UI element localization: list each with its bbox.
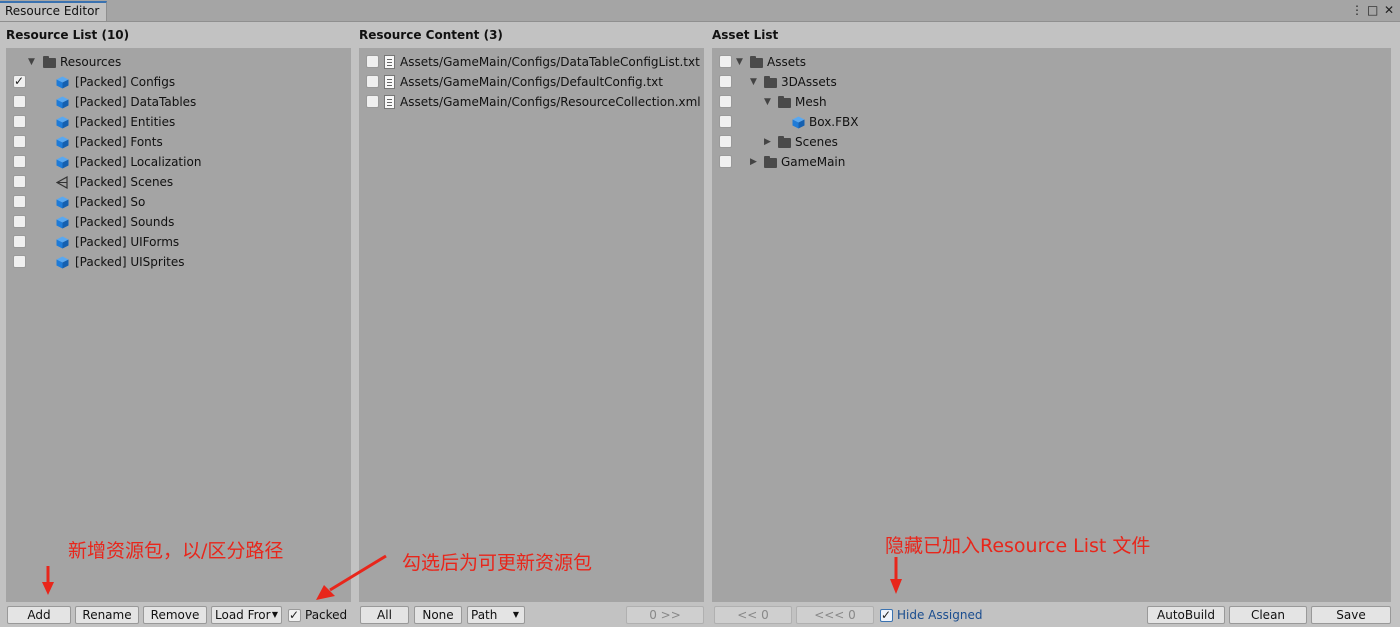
annotation-arrows <box>42 554 902 600</box>
dropdown-arrow-icon: ▼ <box>512 610 519 619</box>
rename-button[interactable]: Rename <box>75 606 139 624</box>
move-to-asset-list-button[interactable]: 0 >> <box>626 606 704 624</box>
packed-label: Packed <box>305 608 348 622</box>
dropdown-arrow-icon: ▼ <box>271 610 278 619</box>
clean-button[interactable]: Clean <box>1229 606 1307 624</box>
arrow-to-packed <box>329 554 387 592</box>
hide-assigned-label: Hide Assigned <box>897 608 983 622</box>
packed-checkbox[interactable] <box>288 606 301 624</box>
path-dropdown[interactable]: Path ▼ <box>467 606 525 624</box>
arrow-to-hide-head <box>890 579 902 594</box>
select-all-button[interactable]: All <box>360 606 409 624</box>
remove-button[interactable]: Remove <box>143 606 207 624</box>
save-button[interactable]: Save <box>1311 606 1391 624</box>
load-from-label: Load Fror <box>215 608 271 622</box>
load-from-dropdown[interactable]: Load Fror ▼ <box>211 606 282 624</box>
autobuild-button[interactable]: AutoBuild <box>1147 606 1225 624</box>
hide-assigned-checkbox[interactable] <box>880 606 893 624</box>
select-none-button[interactable]: None <box>414 606 462 624</box>
path-label: Path <box>471 608 498 622</box>
add-all-button[interactable]: <<< 0 <box>796 606 874 624</box>
arrow-to-add-head <box>42 582 54 595</box>
add-button[interactable]: Add <box>7 606 71 624</box>
add-selected-button[interactable]: << 0 <box>714 606 792 624</box>
